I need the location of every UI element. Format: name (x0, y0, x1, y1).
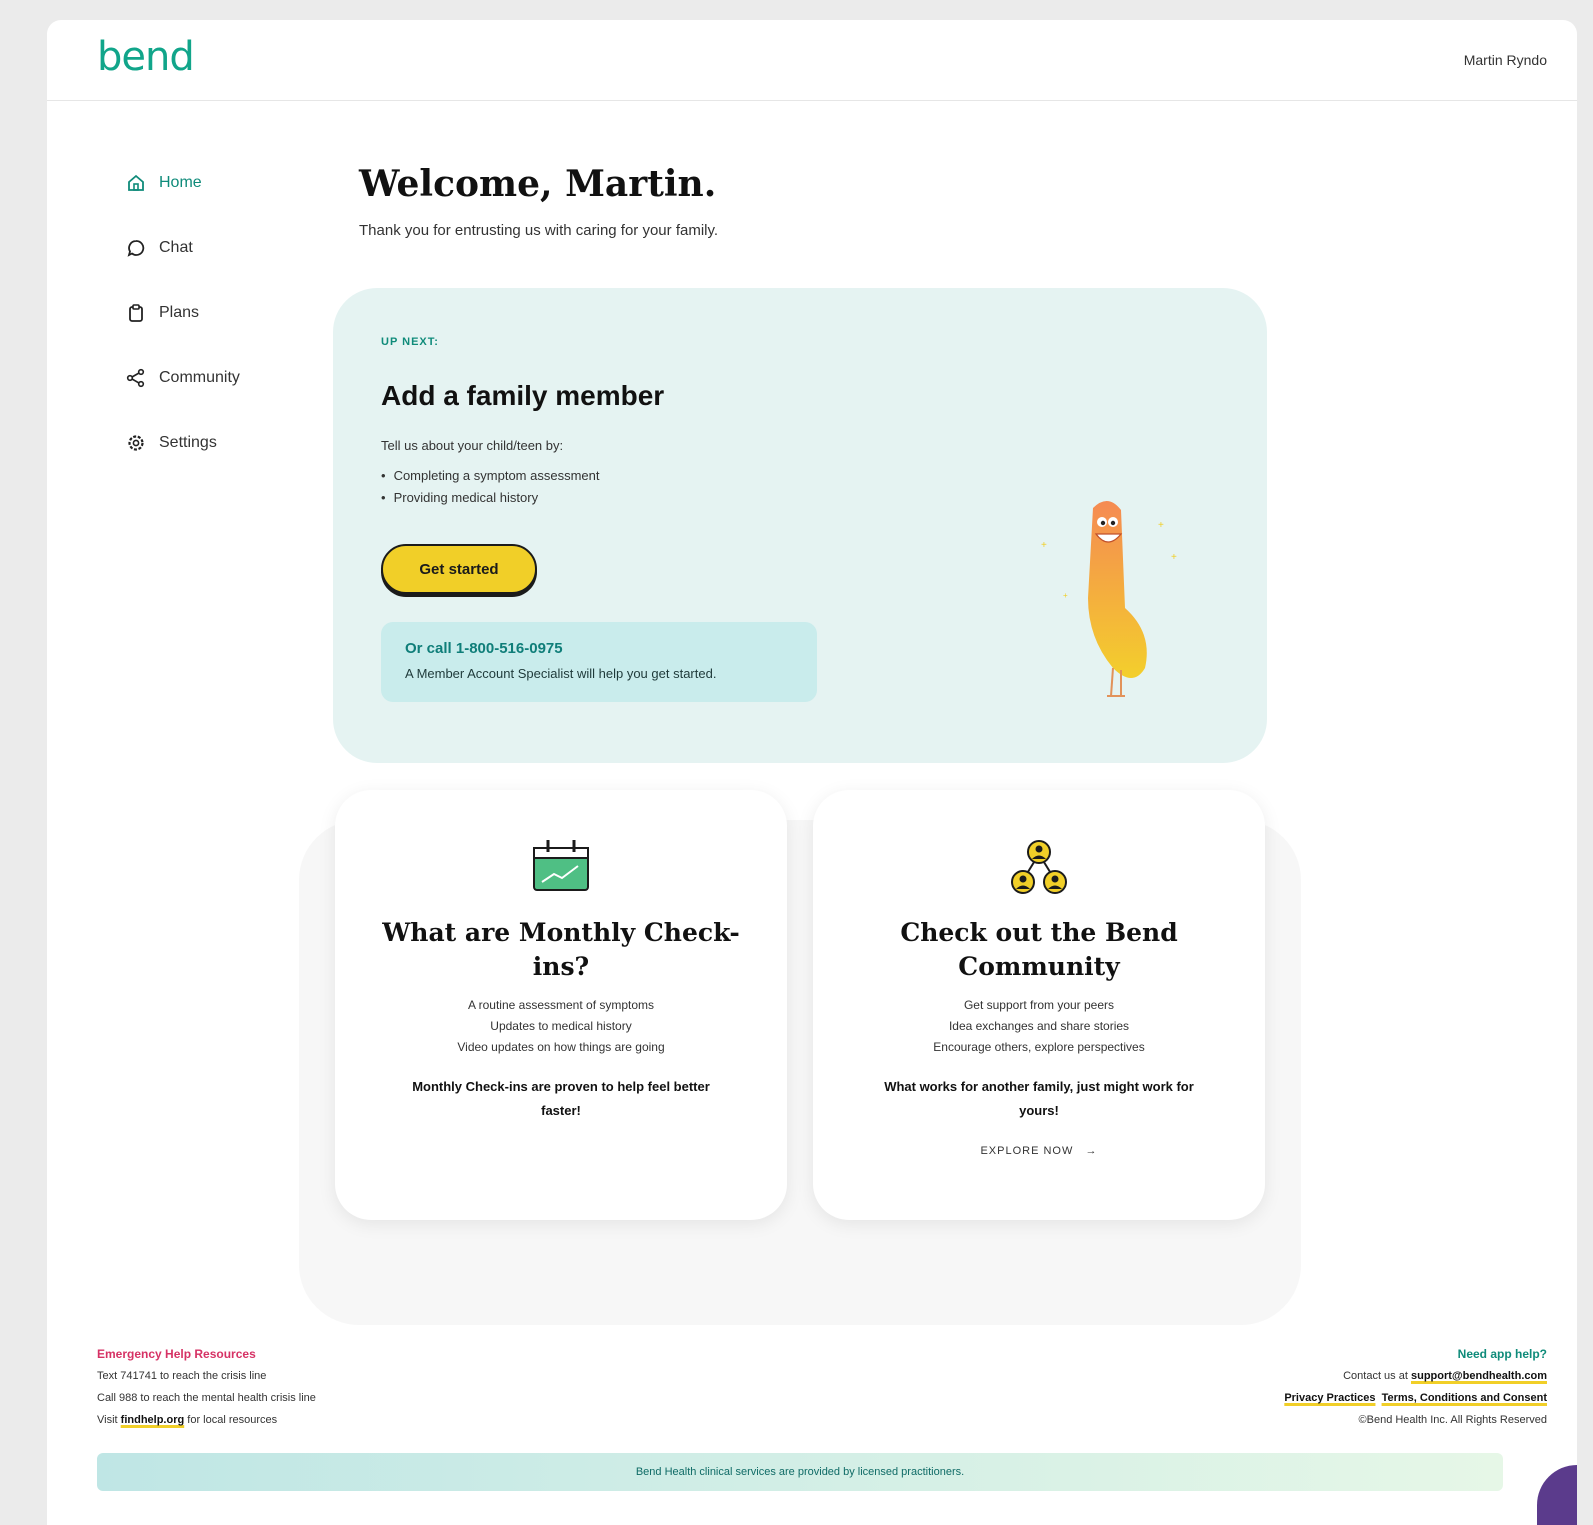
card-line: Updates to medical history (490, 1019, 632, 1033)
contact-prefix: Contact us at (1343, 1370, 1408, 1382)
up-next-label: UP NEXT: (381, 336, 439, 348)
card-description: Get support from your peers Idea exchang… (843, 995, 1235, 1058)
sidebar-item-label: Home (159, 174, 202, 191)
card-description: A routine assessment of symptoms Updates… (365, 995, 757, 1058)
up-next-card: UP NEXT: Add a family member Tell us abo… (333, 288, 1267, 763)
page-subtitle: Thank you for entrusting us with caring … (359, 222, 719, 239)
emergency-line: Text 741741 to reach the crisis line (97, 1370, 267, 1382)
visit-suffix: for local resources (187, 1414, 278, 1426)
list-item: Providing medical history (381, 490, 599, 505)
sidebar-item-chat[interactable]: Chat (125, 233, 305, 263)
card-line: Idea exchanges and share stories (948, 1019, 1130, 1033)
sidebar-item-label: Plans (159, 304, 200, 321)
card-line: A routine assessment of symptoms (467, 998, 655, 1012)
top-bar: bend Martin Ryndo (47, 20, 1577, 101)
sidebar-item-home[interactable]: Home (125, 168, 305, 198)
clinical-banner: Bend Health clinical services are provid… (97, 1453, 1503, 1491)
contact-line: Contact us at support@bendhealth.com (1284, 1365, 1547, 1387)
emergency-line: Visit findhelp.org for local resources (97, 1409, 316, 1431)
call-phone-link[interactable]: Or call 1-800-516-0975 (405, 640, 563, 657)
home-icon (125, 172, 147, 194)
card-line: Get support from your peers (963, 998, 1115, 1012)
card-highlight: Monthly Check-ins are proven to help fee… (412, 1079, 710, 1118)
up-next-intro: Tell us about your child/teen by: (381, 438, 564, 453)
card-line: Video updates on how things are going (457, 1040, 665, 1054)
get-started-button[interactable]: Get started (381, 544, 537, 594)
chat-icon (125, 237, 147, 259)
monthly-checkins-card: What are Monthly Check-ins? A routine as… (335, 790, 787, 1220)
user-name[interactable]: Martin Ryndo (1464, 52, 1547, 68)
sidebar-item-label: Settings (159, 434, 217, 451)
up-next-list: Completing a symptom assessment Providin… (381, 468, 600, 512)
call-description: A Member Account Specialist will help yo… (405, 666, 717, 681)
sidebar-item-plans[interactable]: Plans (125, 298, 305, 328)
page-title: Welcome, Martin. (359, 163, 717, 205)
community-network-icon (1009, 838, 1069, 901)
card-highlight: What works for another family, just migh… (884, 1079, 1194, 1118)
share-icon (125, 367, 147, 389)
explore-now-label: EXPLORE NOW (980, 1145, 1074, 1157)
card-line: Encourage others, explore perspectives (933, 1040, 1145, 1054)
corner-accent (1537, 1465, 1577, 1525)
call-box: Or call 1-800-516-0975 A Member Account … (381, 622, 817, 702)
findhelp-link[interactable]: findhelp.org (121, 1414, 185, 1426)
bend-logo[interactable]: bend (97, 34, 195, 80)
mascot-illustration: + + + + (1033, 488, 1183, 718)
sidebar-item-community[interactable]: Community (125, 363, 305, 393)
svg-text:+: + (1171, 552, 1177, 563)
explore-now-link[interactable]: EXPLORE NOW → (813, 1145, 1265, 1157)
arrow-right-icon: → (1077, 1145, 1098, 1157)
sidebar-item-label: Community (159, 369, 240, 386)
privacy-link[interactable]: Privacy Practices (1284, 1392, 1375, 1404)
svg-text:+: + (1063, 591, 1068, 600)
visit-prefix: Visit (97, 1414, 118, 1426)
sidebar-item-label: Chat (159, 239, 193, 256)
sidebar: Home Chat Plans Community Settings (125, 168, 305, 493)
card-title: Check out the Bend Community (900, 918, 1178, 981)
svg-text:+: + (1158, 520, 1164, 531)
help-title: Need app help? (1457, 1347, 1547, 1361)
clipboard-icon (125, 302, 147, 324)
sidebar-item-settings[interactable]: Settings (125, 428, 305, 458)
calendar-chart-icon (532, 838, 590, 897)
gear-icon (125, 432, 147, 454)
emergency-title: Emergency Help Resources (97, 1347, 256, 1361)
support-email-link[interactable]: support@bendhealth.com (1411, 1370, 1547, 1382)
copyright: ©Bend Health Inc. All Rights Reserved (1358, 1414, 1547, 1426)
community-card: Check out the Bend Community Get support… (813, 790, 1265, 1220)
emergency-line: Call 988 to reach the mental health cris… (97, 1392, 316, 1404)
svg-text:+: + (1041, 540, 1047, 551)
list-item: Completing a symptom assessment (381, 468, 600, 483)
card-title: What are Monthly Check-ins? (382, 918, 740, 981)
up-next-title: Add a family member (381, 380, 665, 411)
emergency-resources: Emergency Help Resources Text 741741 to … (97, 1343, 316, 1431)
terms-link[interactable]: Terms, Conditions and Consent (1382, 1392, 1547, 1404)
app-help: Need app help? Contact us at support@ben… (1284, 1343, 1547, 1431)
legal-links: Privacy Practices Terms, Conditions and … (1284, 1387, 1547, 1409)
app-window: bend Martin Ryndo Home Chat Plans Commun… (47, 20, 1577, 1525)
